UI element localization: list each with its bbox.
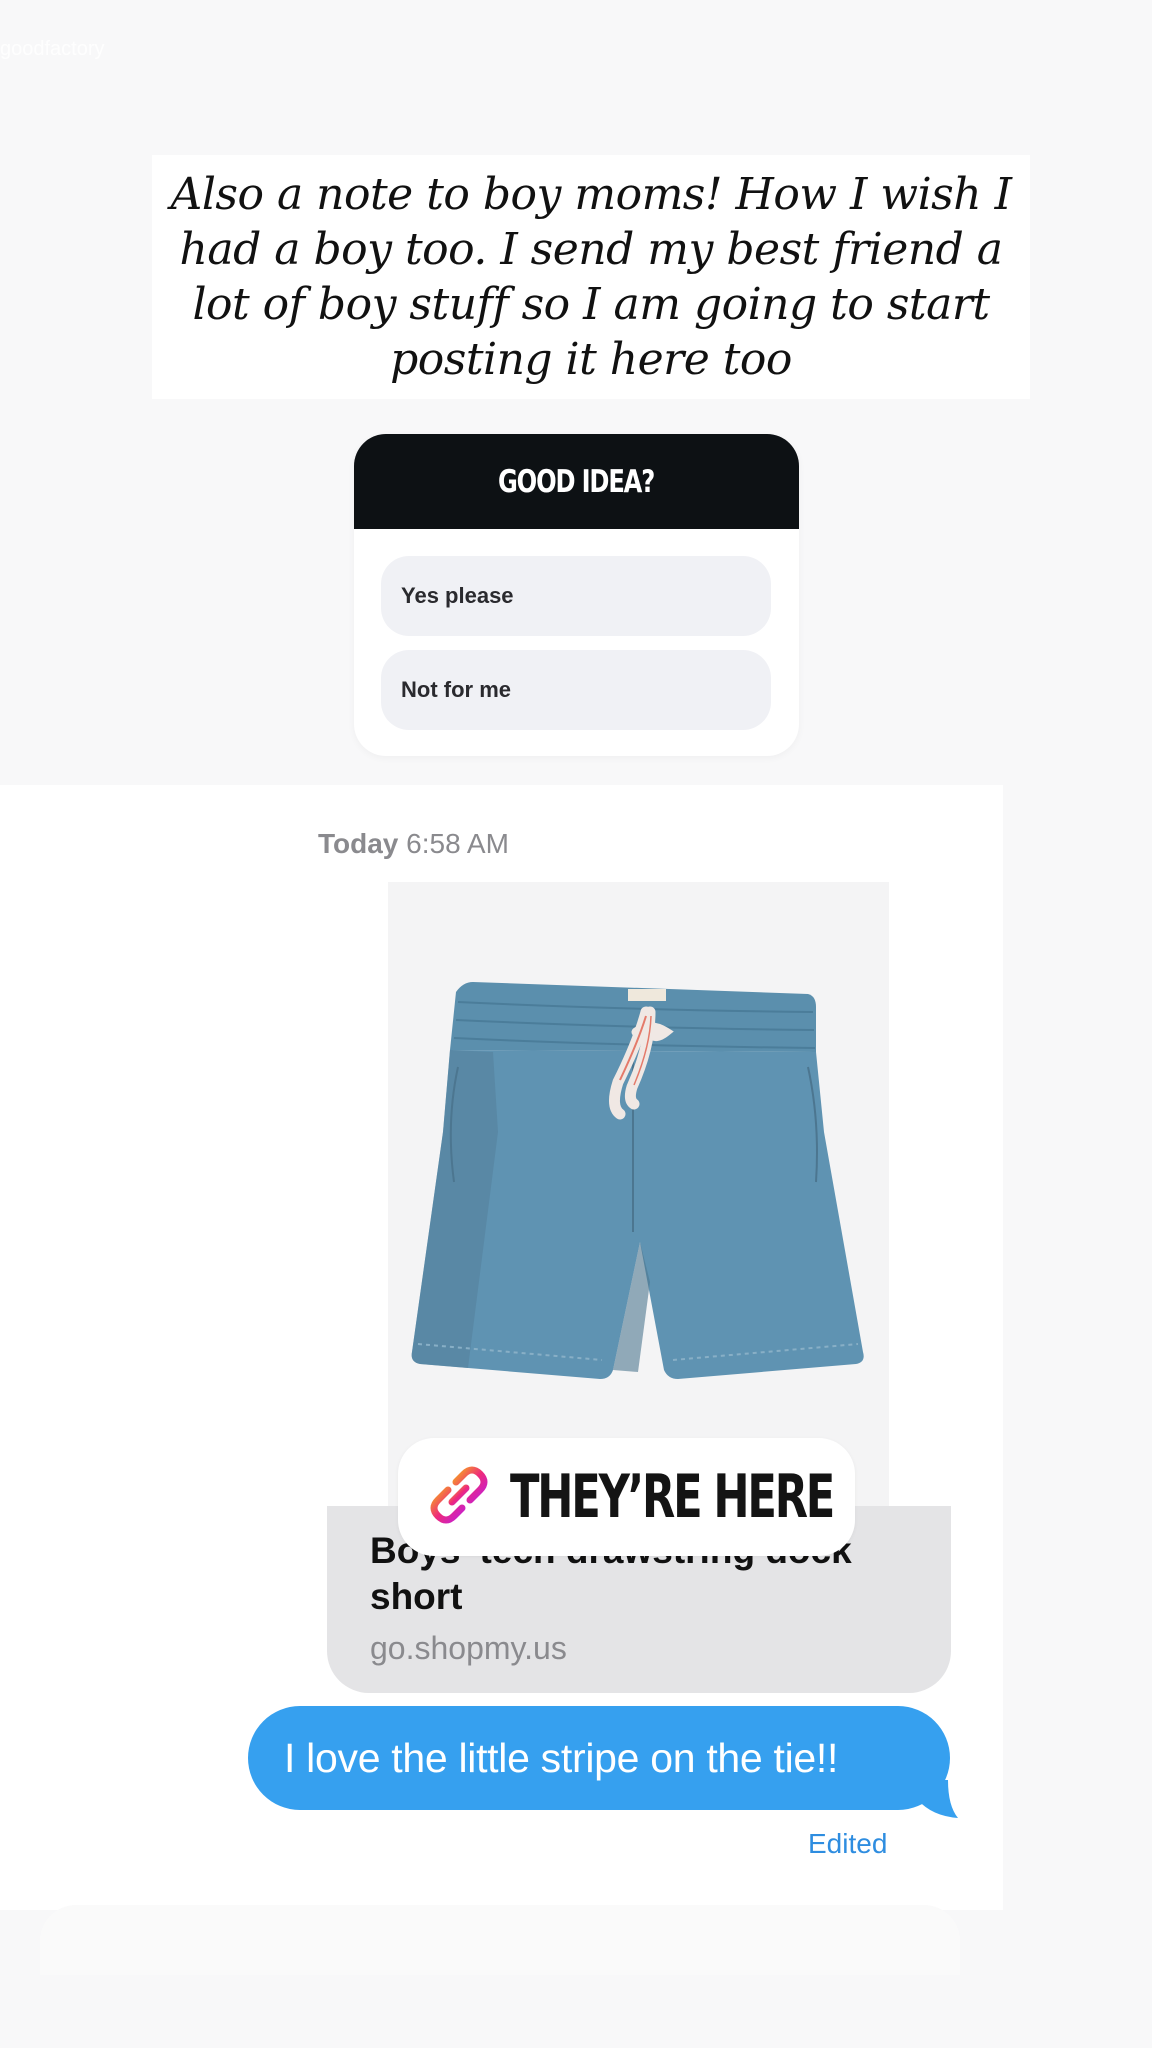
link-sticker[interactable]: THEY’RE HERE: [398, 1438, 855, 1556]
outgoing-message-bubble[interactable]: I love the little stripe on the tie!!: [248, 1706, 950, 1810]
story-caption: Also a note to boy moms! How I wish I ha…: [170, 169, 1012, 385]
link-preview-domain: go.shopmy.us: [370, 1630, 567, 1666]
poll-question-header: GOOD IDEA?: [354, 434, 799, 529]
timestamp-time: 6:58 AM: [406, 828, 509, 859]
link-icon: [426, 1462, 492, 1533]
product-image[interactable]: [388, 882, 889, 1507]
poll-option-yes[interactable]: Yes please: [381, 556, 771, 636]
poll-question: GOOD IDEA?: [498, 463, 655, 500]
composer-edge: [40, 1905, 960, 1975]
story-caption-box: Also a note to boy moms! How I wish I ha…: [152, 155, 1030, 399]
poll-option-no[interactable]: Not for me: [381, 650, 771, 730]
timestamp-day: Today: [318, 828, 399, 859]
poll-sticker: GOOD IDEA? Yes please Not for me: [354, 434, 799, 756]
link-sticker-label: THEY’RE HERE: [510, 1462, 835, 1532]
shorts-illustration: [411, 982, 864, 1379]
edited-status[interactable]: Edited: [808, 1828, 887, 1860]
message-timestamp: Today 6:58 AM: [318, 828, 509, 860]
account-watermark: goodfactory: [0, 38, 105, 60]
bubble-tail-icon: [918, 1780, 958, 1818]
